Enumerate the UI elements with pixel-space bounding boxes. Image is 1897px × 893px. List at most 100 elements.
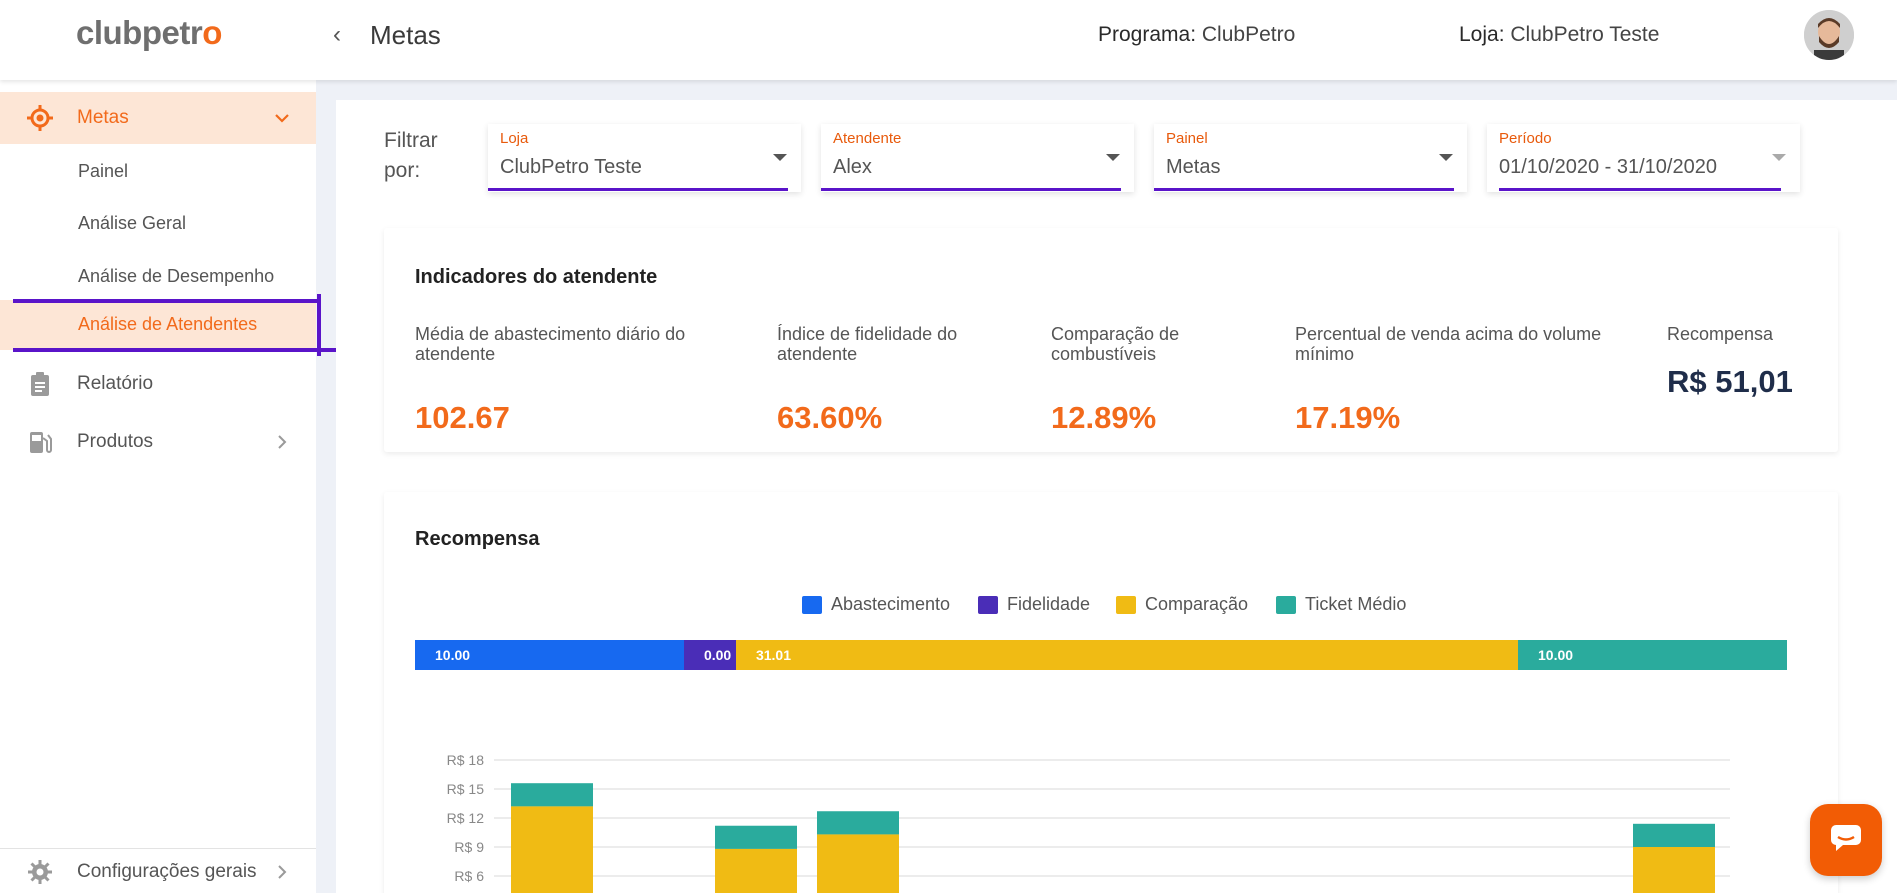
caret-down-icon xyxy=(1439,154,1453,161)
sidebar-item-produtos[interactable]: Produtos xyxy=(0,416,316,468)
filter-loja-dropdown[interactable]: Loja ClubPetro Teste xyxy=(488,124,801,192)
filter-painel-dropdown[interactable]: Painel Metas xyxy=(1154,124,1467,192)
highlight-line xyxy=(13,348,337,352)
programa-info: Programa: ClubPetro xyxy=(1098,23,1295,47)
highlight-line xyxy=(488,188,788,191)
indicators-card: Indicadores do atendente Média de abaste… xyxy=(384,228,1838,452)
dropdown-value: ClubPetro Teste xyxy=(500,156,642,178)
dropdown-value: Metas xyxy=(1166,156,1221,178)
sidebar-item-metas[interactable]: Metas xyxy=(0,92,316,144)
reward-title: Recompensa xyxy=(415,528,540,550)
column-ticket-segment[interactable] xyxy=(1633,823,1715,848)
loja-info: Loja: ClubPetro Teste xyxy=(1459,23,1659,47)
chevron-right-icon xyxy=(272,432,292,452)
sidebar-subitem-label: Análise Geral xyxy=(78,213,187,233)
indicator-name: Comparação de combustíveis xyxy=(1051,324,1180,364)
clubpetro-logo[interactable]: clubpetro xyxy=(76,14,222,52)
legend-swatch xyxy=(1276,595,1296,614)
column-ticket-segment[interactable] xyxy=(511,783,593,807)
sidebar-subitem-analise-desempenho[interactable]: Análise de Desempenho xyxy=(0,255,316,299)
reward-card: Recompensa Abastecimento Fidelidade Comp… xyxy=(384,492,1838,893)
legend-label: Ticket Médio xyxy=(1305,594,1407,614)
page-title: Metas xyxy=(370,20,441,50)
main-content: Filtrar por: Loja ClubPetro Teste Atende… xyxy=(336,100,1897,893)
sidebar-divider xyxy=(0,848,316,849)
sidebar-subitem-analise-atendentes[interactable]: Análise de Atendentes xyxy=(0,300,316,350)
sidebar-subitem-painel[interactable]: Painel xyxy=(0,150,316,194)
reward-column-chart: R$ 18 R$ 15 R$ 12 R$ 9 R$ 6 xyxy=(447,752,1730,893)
sidebar-subitem-label: Análise de Atendentes xyxy=(78,314,258,334)
filter-label: Filtrar por: xyxy=(384,129,438,182)
sidebar-subitem-label: Análise de Desempenho xyxy=(78,266,275,286)
stacked-segment-ticket-m-dio[interactable]: 10.00 xyxy=(1518,640,1787,670)
column-comparacao-segment[interactable] xyxy=(817,834,899,893)
y-tick-label: R$ 18 xyxy=(447,752,485,768)
y-tick-label: R$ 6 xyxy=(454,868,484,884)
indicator-comparacao: Comparação de combustíveis 12.89% xyxy=(1051,324,1201,435)
legend-label: Fidelidade xyxy=(1007,594,1091,614)
indicator-name: Recompensa xyxy=(1667,324,1774,344)
dropdown-value: 01/10/2020 - 31/10/2020 xyxy=(1499,156,1717,178)
sidebar-subitem-label: Painel xyxy=(78,161,129,181)
chat-button[interactable] xyxy=(1810,804,1882,876)
sidebar-item-relatorio[interactable]: Relatório xyxy=(0,358,316,410)
indicators-title: Indicadores do atendente xyxy=(415,266,658,288)
sidebar-item-label: Relatório xyxy=(77,373,154,394)
indicator-name: Média de abastecimento diário do atenden… xyxy=(415,324,686,364)
indicator-abastecimento: Média de abastecimento diário do atenden… xyxy=(415,324,715,435)
legend-label: Abastecimento xyxy=(831,594,951,614)
indicator-name: Índice de fidelidade do atendente xyxy=(777,324,958,364)
sidebar-item-label: Produtos xyxy=(77,431,154,452)
column-comparacao-segment[interactable] xyxy=(1633,847,1715,893)
dropdown-value: Alex xyxy=(833,156,872,178)
fuel-pump-icon xyxy=(26,428,54,456)
stacked-segment-compara-o[interactable]: 31.01 xyxy=(735,640,1519,670)
sidebar: Metas Painel Análise Geral Análise de De… xyxy=(0,80,337,893)
column-ticket-segment[interactable] xyxy=(715,825,797,849)
indicator-value: 12.89% xyxy=(1051,400,1157,435)
dropdown-label: Período xyxy=(1499,130,1552,147)
sidebar-item-label: Configurações gerais xyxy=(77,861,257,882)
gear-icon xyxy=(26,858,54,886)
y-tick-label: R$ 12 xyxy=(447,810,485,826)
chat-icon xyxy=(1830,824,1862,857)
caret-down-icon xyxy=(1106,154,1120,161)
legend-comparacao[interactable]: Comparação xyxy=(1116,594,1248,615)
sidebar-subitem-analise-geral[interactable]: Análise Geral xyxy=(0,202,316,246)
caret-down-icon xyxy=(773,154,787,161)
target-icon xyxy=(26,104,54,132)
sidebar-item-label: Metas xyxy=(77,107,129,128)
top-header: clubpetro ‹ Metas Programa: ClubPetro Lo… xyxy=(0,0,1897,80)
legend-swatch xyxy=(1116,595,1136,614)
column-comparacao-segment[interactable] xyxy=(715,848,797,893)
column-ticket-segment[interactable] xyxy=(817,811,899,835)
indicator-value: 63.60% xyxy=(777,400,883,435)
loja-label: Loja: xyxy=(1459,23,1505,46)
clipboard-icon xyxy=(26,370,54,398)
stacked-segment-abastecimento[interactable]: 10.00 xyxy=(415,640,684,670)
back-button[interactable]: ‹ xyxy=(333,22,357,48)
legend-label: Comparação xyxy=(1145,594,1249,614)
legend-swatch xyxy=(978,595,998,614)
y-tick-label: R$ 15 xyxy=(447,781,485,797)
highlight-line xyxy=(821,188,1121,191)
filter-atendente-dropdown[interactable]: Atendente Alex xyxy=(821,124,1134,192)
filter-periodo-dropdown[interactable]: Período 01/10/2020 - 31/10/2020 xyxy=(1487,124,1800,192)
stacked-segment-fidelidade[interactable]: 0.00 xyxy=(683,640,736,670)
highlight-line xyxy=(13,299,317,303)
programa-label: Programa: xyxy=(1098,23,1197,46)
highlight-line xyxy=(1499,188,1781,191)
legend-abastecimento[interactable]: Abastecimento xyxy=(802,594,950,615)
legend-ticket-medio[interactable]: Ticket Médio xyxy=(1276,594,1406,615)
user-avatar[interactable] xyxy=(1804,10,1854,60)
sidebar-item-configuracoes[interactable]: Configurações gerais xyxy=(0,850,316,893)
indicator-name: Percentual de venda acima do volume míni… xyxy=(1295,324,1602,364)
indicator-recompensa: Recompensa R$ 51,01 xyxy=(1667,324,1807,399)
legend-fidelidade[interactable]: Fidelidade xyxy=(978,594,1090,615)
dropdown-label: Loja xyxy=(500,130,529,147)
column-comparacao-segment[interactable] xyxy=(511,806,593,893)
legend-swatch xyxy=(802,595,822,614)
dropdown-label: Atendente xyxy=(833,130,902,147)
indicator-value: R$ 51,01 xyxy=(1667,364,1793,399)
reward-stacked-bar: 10.00 0.00 31.01 10.00 xyxy=(415,640,1787,670)
